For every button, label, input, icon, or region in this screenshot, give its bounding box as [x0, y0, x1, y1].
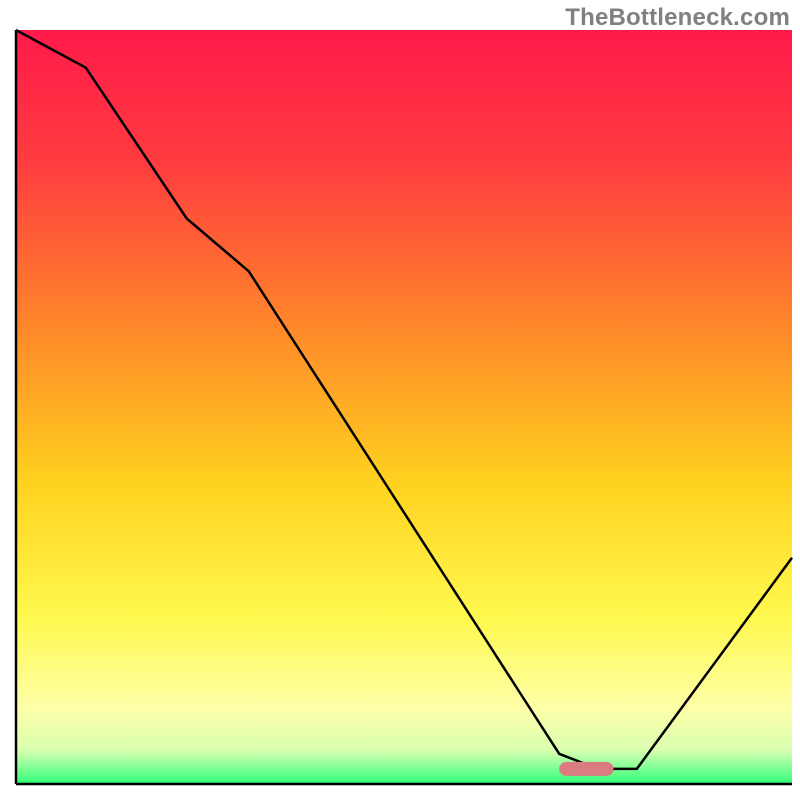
chart-container: TheBottleneck.com	[0, 0, 800, 800]
attribution-label: TheBottleneck.com	[565, 4, 790, 32]
plot-background	[16, 30, 792, 784]
optimal-marker	[559, 762, 613, 776]
bottleneck-chart	[0, 0, 800, 800]
